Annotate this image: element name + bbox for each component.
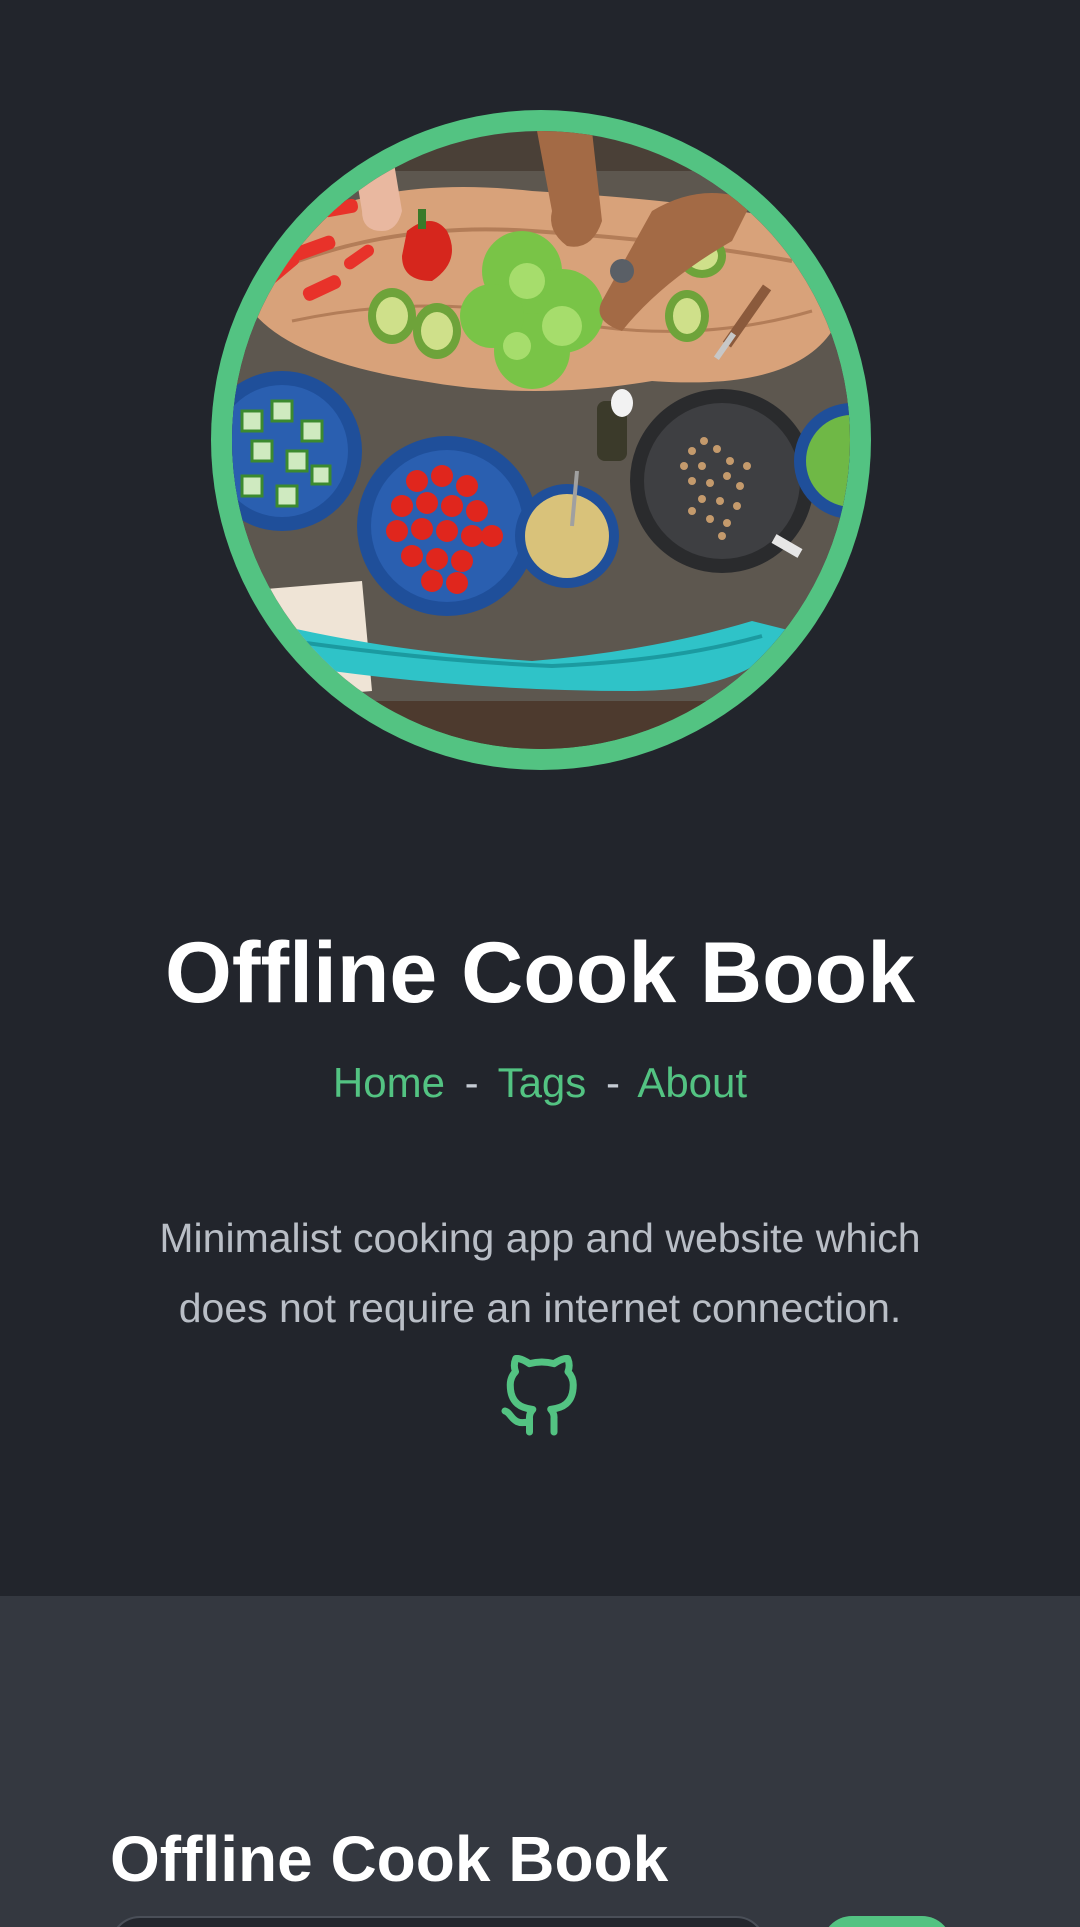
nav-tags-link[interactable]: Tags — [498, 1059, 587, 1106]
search-input[interactable] — [110, 1916, 766, 1927]
section-title: Offline Cook Book — [110, 1823, 669, 1896]
hero-image-frame — [211, 110, 871, 770]
content-section: Offline Cook Book — [0, 1596, 1080, 1927]
search-button[interactable] — [822, 1916, 952, 1927]
cooking-table-illustration — [232, 131, 850, 749]
hero-section: Offline Cook Book Home - Tags - About Mi… — [0, 0, 1080, 1596]
github-link[interactable] — [498, 1354, 582, 1439]
nav-separator: - — [605, 1059, 620, 1106]
site-description: Minimalist cooking app and website which… — [159, 1215, 921, 1331]
site-title: Offline Cook Book — [164, 924, 916, 1021]
nav-separator: - — [464, 1059, 479, 1106]
github-icon — [501, 1354, 577, 1436]
page: Offline Cook Book Home - Tags - About Mi… — [0, 0, 1080, 1927]
main-nav: Home - Tags - About — [0, 1055, 1080, 1111]
hero-image — [232, 131, 850, 749]
nav-home-link[interactable]: Home — [333, 1059, 445, 1106]
nav-about-link[interactable]: About — [637, 1059, 747, 1106]
